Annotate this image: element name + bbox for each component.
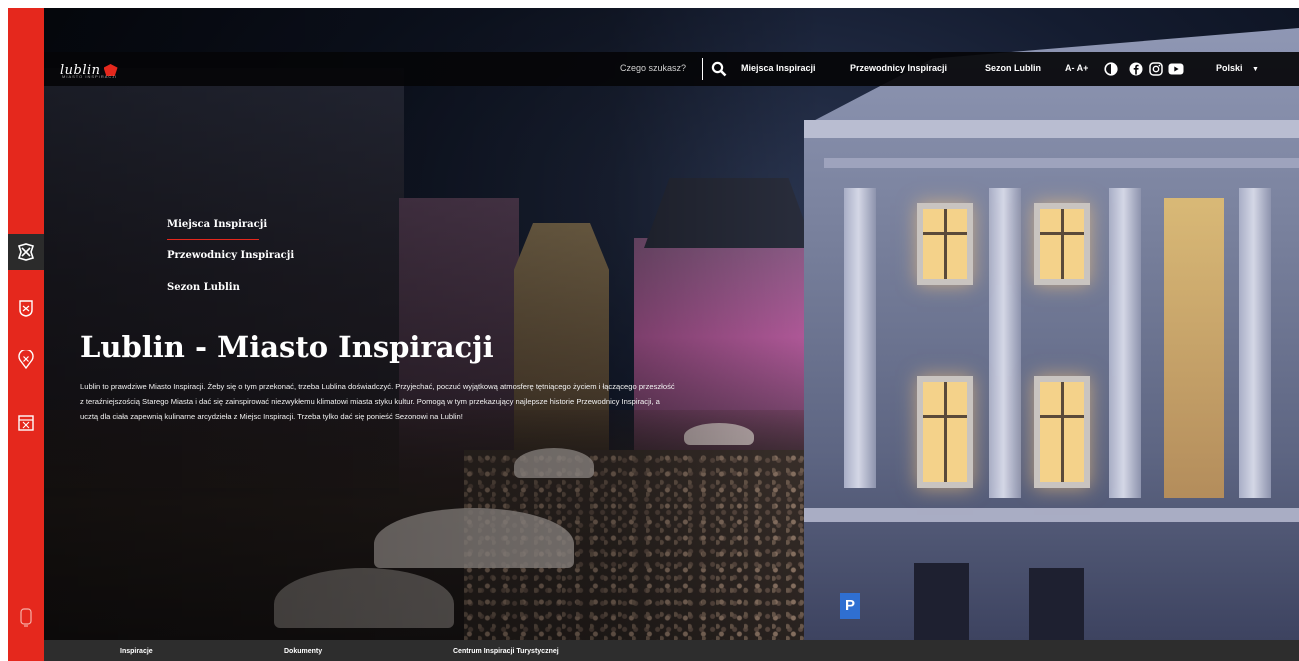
sidebar-home[interactable] — [8, 234, 44, 270]
search-divider — [702, 58, 703, 80]
sidebar-places[interactable] — [8, 290, 44, 326]
sidebar-contact[interactable] — [8, 600, 44, 636]
parking-sign: P — [840, 593, 860, 619]
map-pin-icon — [18, 350, 34, 370]
top-navigation: lublin MIASTO INSPIRACJI Czego szukasz? … — [44, 52, 1299, 86]
footer-bar: Inspiracje Dokumenty Centrum Inspiracji … — [44, 640, 1299, 661]
palace-window — [1034, 376, 1090, 488]
nav-sezon-lublin[interactable]: Sezon Lublin — [985, 63, 1041, 73]
palace-column — [1239, 188, 1271, 498]
palace-window — [917, 376, 973, 488]
logo-subtitle: MIASTO INSPIRACJI — [62, 74, 118, 79]
language-label: Polski — [1216, 63, 1243, 73]
facebook-icon — [1129, 62, 1143, 76]
hero-description: Lublin to prawdziwe Miasto Inspiracji. Ż… — [80, 382, 675, 421]
youtube-link[interactable] — [1167, 60, 1185, 78]
palace-column — [989, 188, 1021, 498]
youtube-icon — [1168, 63, 1184, 75]
shield-icon — [19, 300, 33, 317]
search-icon — [711, 61, 727, 77]
caret-down-icon: ▼ — [1252, 66, 1259, 73]
palace-door — [914, 563, 969, 640]
footer-link-inspiracje[interactable]: Inspiracje — [120, 648, 153, 655]
sidebar-guides[interactable] — [8, 342, 44, 378]
search-input[interactable]: Czego szukasz? — [620, 63, 686, 73]
calendar-icon — [18, 415, 34, 431]
page: P lublin MIASTO INSPIRACJI Czego szukasz… — [0, 0, 1299, 661]
hero-link-sezon-lublin[interactable]: Sezon Lublin — [167, 282, 240, 293]
palace-cornice — [804, 120, 1299, 138]
lublin-emblem-icon — [17, 243, 35, 261]
palace-window — [917, 203, 973, 285]
contrast-icon — [1104, 62, 1118, 76]
hero-background: P — [44, 8, 1299, 640]
sidebar — [8, 8, 44, 661]
facebook-link[interactable] — [1127, 60, 1145, 78]
font-size-controls[interactable]: A- A+ — [1065, 63, 1088, 73]
palace-window — [1034, 203, 1090, 285]
palace-cornice — [804, 508, 1299, 522]
hero-link-miejsca-inspiracji[interactable]: Miejsca Inspiracji — [167, 219, 267, 230]
hero-title: Lublin - Miasto Inspiracji — [80, 330, 494, 364]
palace-column — [1109, 188, 1141, 498]
instagram-icon — [1149, 62, 1163, 76]
palace-cornice — [824, 158, 1299, 168]
hero-link-underline — [167, 239, 259, 240]
nav-miejsca-inspiracji[interactable]: Miejsca Inspiracji — [741, 63, 816, 73]
footer-link-dokumenty[interactable]: Dokumenty — [284, 648, 322, 655]
phone-icon — [20, 608, 32, 627]
lit-pilaster — [1164, 198, 1224, 498]
site-logo[interactable]: lublin — [60, 57, 118, 83]
contrast-toggle[interactable] — [1102, 60, 1120, 78]
search-button[interactable] — [708, 58, 730, 80]
instagram-link[interactable] — [1147, 60, 1165, 78]
palace-door — [1029, 568, 1084, 640]
palace-column — [844, 188, 876, 488]
sidebar-season[interactable] — [8, 404, 44, 440]
nav-przewodnicy-inspiracji[interactable]: Przewodnicy Inspiracji — [850, 63, 947, 73]
language-select[interactable]: Polski ▼ — [1216, 63, 1259, 73]
footer-link-centrum[interactable]: Centrum Inspiracji Turystycznej — [453, 648, 559, 655]
hero-link-przewodnicy-inspiracji[interactable]: Przewodnicy Inspiracji — [167, 250, 294, 261]
